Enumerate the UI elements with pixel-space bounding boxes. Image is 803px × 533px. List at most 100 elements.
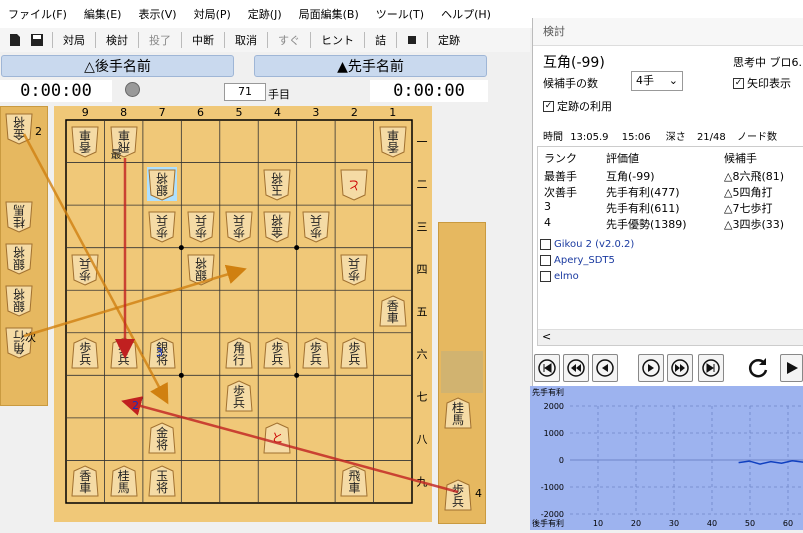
pv-row[interactable]: 4 先手優勢(1389) △3四歩(33) xyxy=(538,216,803,232)
sente-piece[interactable]: と xyxy=(262,422,292,456)
joseki-checkbox[interactable]: ✓ 定跡の利用 xyxy=(543,98,612,114)
move-number[interactable]: 71 xyxy=(224,83,266,101)
rank-label: 九 xyxy=(417,476,428,489)
sente-piece[interactable]: 銀将 xyxy=(147,337,177,371)
sente-piece[interactable]: 歩兵 xyxy=(109,337,139,371)
gote-piece[interactable]: 銀将 xyxy=(186,252,216,286)
engine-row[interactable]: Apery_SDT5 xyxy=(538,252,803,268)
piece-char: 歩 xyxy=(309,225,322,240)
gote-piece[interactable]: と xyxy=(339,167,369,201)
sente-piece[interactable]: 香車 xyxy=(378,294,408,329)
hint-button[interactable]: ヒント xyxy=(315,32,360,48)
gote-piece[interactable]: 香車 xyxy=(378,124,408,158)
sente-hand-piece[interactable]: 歩兵 xyxy=(443,479,473,513)
stop-icon[interactable] xyxy=(405,33,419,47)
menu-item-2[interactable]: 表示(V) xyxy=(138,6,176,22)
back-button[interactable] xyxy=(592,354,618,382)
sente-piece[interactable]: 飛車 xyxy=(339,465,369,499)
gote-piece[interactable]: 銀将 xyxy=(147,166,178,201)
sente-piece[interactable]: 歩兵 xyxy=(224,380,254,414)
graph-x-tick: 60 xyxy=(783,519,793,528)
sente-piece[interactable]: 金将 xyxy=(147,422,177,456)
gote-hand-piece[interactable]: 桂馬 xyxy=(4,199,34,233)
rank-label: 三 xyxy=(417,220,428,233)
gote-piece[interactable]: 金将 xyxy=(262,209,292,243)
joseki-button[interactable]: 定跡 xyxy=(432,32,466,48)
gote-piece[interactable]: 歩兵 xyxy=(70,252,100,286)
scroll-left-icon[interactable]: < xyxy=(542,330,551,343)
save-icon[interactable] xyxy=(30,33,44,47)
sente-piece[interactable]: 角行 xyxy=(224,337,254,371)
new-file-icon[interactable] xyxy=(8,33,22,47)
menu-item-0[interactable]: ファイル(F) xyxy=(8,6,67,22)
engine-row[interactable]: Gikou 2 (v2.0.2) xyxy=(538,236,803,252)
gote-piece[interactable]: 歩兵 xyxy=(224,209,254,243)
menu-item-4[interactable]: 定跡(J) xyxy=(248,6,282,22)
rank-label: 四 xyxy=(417,263,428,276)
last-move-button[interactable] xyxy=(698,354,724,382)
menu-item-6[interactable]: ツール(T) xyxy=(376,6,424,22)
first-move-button[interactable] xyxy=(534,354,560,382)
piece-char: 兵 xyxy=(348,255,361,270)
sente-hand-piece[interactable]: 桂馬 xyxy=(443,397,473,431)
gote-piece[interactable]: 香車 xyxy=(70,124,100,158)
gote-hand-piece[interactable]: 銀将 xyxy=(4,241,34,275)
piece-char: 銀 xyxy=(13,257,26,271)
sente-piece[interactable]: 玉将 xyxy=(147,465,177,499)
forward-fast-button[interactable] xyxy=(667,354,693,382)
gote-piece[interactable]: 飛車最 xyxy=(109,124,139,161)
piece-char: 香 xyxy=(79,468,92,483)
sente-piece[interactable]: 歩兵 xyxy=(301,337,331,371)
gote-piece[interactable]: 歩兵 xyxy=(147,209,177,243)
pv-row[interactable]: 最善手 互角(-99) △8六飛(81) xyxy=(538,168,803,184)
play-button[interactable]: 対局 xyxy=(57,32,91,48)
star-point xyxy=(178,372,184,378)
engine-checkbox[interactable] xyxy=(540,238,551,250)
gote-piece[interactable]: 玉将 xyxy=(262,167,292,201)
best-move-marker: 最 xyxy=(110,148,122,162)
sente-piece[interactable]: 桂馬 xyxy=(109,465,139,499)
gote-piece[interactable]: 歩兵 xyxy=(339,252,369,286)
forward-button[interactable] xyxy=(638,354,664,382)
eval-graph[interactable]: 2000 1000 0 -1000 -2000 10 20 30 40 50 60 先手有利 後手有利 xyxy=(530,386,803,530)
move-now-button[interactable]: すぐ xyxy=(272,32,306,48)
flip-board-button[interactable] xyxy=(745,354,771,382)
sente-piece[interactable]: 香車 xyxy=(70,465,100,499)
analyze-button[interactable]: 検討 xyxy=(100,32,134,48)
sente-piece[interactable]: 歩兵 xyxy=(262,337,292,371)
graph-bottom-label: 後手有利 xyxy=(532,518,564,528)
menu-item-1[interactable]: 編集(E) xyxy=(84,6,122,22)
sente-piece[interactable]: 歩兵 xyxy=(70,337,100,371)
candidates-select[interactable]: 4手 ⌄ xyxy=(631,71,683,91)
next-move-marker: 次 xyxy=(25,331,36,344)
arrows-checkbox[interactable]: ✓ 矢印表示 xyxy=(733,75,791,91)
engine-row[interactable]: elmo xyxy=(538,268,803,284)
engine-checkbox[interactable] xyxy=(540,254,551,266)
horizontal-scrollbar[interactable]: < xyxy=(538,329,803,345)
mate-button[interactable]: 詰 xyxy=(369,32,392,48)
menu-item-7[interactable]: ヘルプ(H) xyxy=(441,6,491,22)
gote-hand-piece[interactable]: 銀将 xyxy=(4,283,34,317)
file-label: 3 xyxy=(312,106,319,119)
menu-item-3[interactable]: 対局(P) xyxy=(194,6,231,22)
play-forward-button[interactable] xyxy=(780,354,803,382)
piece-char: 将 xyxy=(156,480,169,495)
gote-hand-piece[interactable]: 金将 xyxy=(4,111,34,145)
sente-piece[interactable]: 歩兵 xyxy=(339,337,369,371)
menu-item-5[interactable]: 局面編集(B) xyxy=(299,6,359,22)
piece-char: 兵 xyxy=(194,213,207,228)
resign-button[interactable]: 投了 xyxy=(143,32,177,48)
pv-row[interactable]: 3 先手有利(611) △7七歩打 xyxy=(538,200,803,216)
gote-piece[interactable]: 歩兵 xyxy=(301,209,331,243)
engine-checkbox[interactable] xyxy=(540,270,551,282)
chevron-down-icon: ⌄ xyxy=(668,74,678,87)
piece-char: 兵 xyxy=(232,395,245,410)
checkbox-checked-icon: ✓ xyxy=(543,100,554,112)
back-fast-button[interactable] xyxy=(563,354,589,382)
pause-button[interactable]: 中断 xyxy=(186,32,220,48)
rewind-icon xyxy=(567,359,585,377)
joseki-label: 定跡の利用 xyxy=(557,100,612,113)
undo-button[interactable]: 取消 xyxy=(229,32,263,48)
gote-piece[interactable]: 歩兵 xyxy=(186,209,216,243)
pv-row[interactable]: 次善手 先手有利(477) △5四角打 xyxy=(538,184,803,200)
